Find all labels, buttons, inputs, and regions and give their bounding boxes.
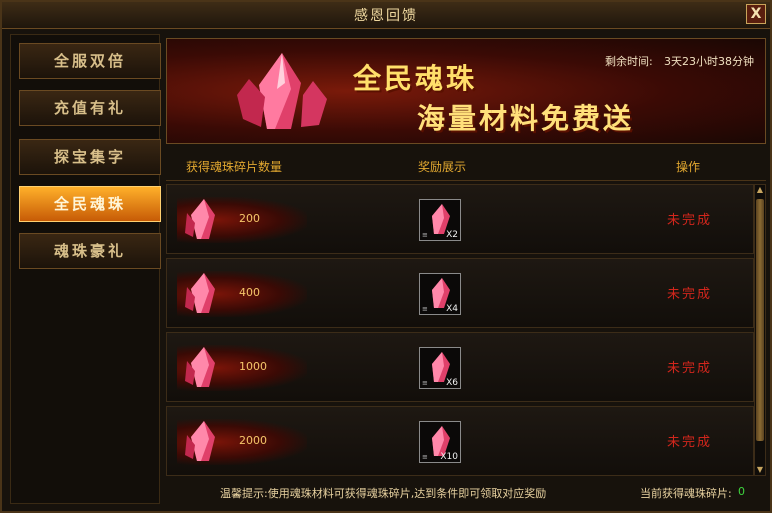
banner-subtitle: 海量材料免费送 [417,102,635,135]
soul-shard-icon [185,347,215,387]
soul-shard-icon [185,199,215,239]
timer-label: 剩余时间: [605,55,653,68]
sidebar-item-recharge-gift[interactable]: 充值有礼 [19,90,161,126]
event-banner: 全民魂珠 海量材料免费送 剩余时间: 3天23小时38分钟 [166,38,766,144]
sidebar-item-soul-orb-gift[interactable]: 魂珠豪礼 [19,233,161,269]
reward-qty: X6 [446,378,458,388]
shard-count: 2000 [239,434,267,447]
header-count: 获得魂珠碎片数量 [186,160,283,174]
table-row: 200 ≡ X2 未完成 [166,184,754,254]
scroll-thumb[interactable] [756,199,764,441]
window-title: 感恩回馈 [354,8,418,24]
footer-tip: 温馨提示:使用魂珠材料可获得魂珠碎片,达到条件即可领取对应奖励 [220,487,547,500]
sidebar: 全服双倍 充值有礼 探宝集字 全民魂珠 魂珠豪礼 [10,34,161,504]
table-row: 1000 ≡ X6 未完成 [166,332,754,402]
scrollbar[interactable]: ▲ ▼ [754,184,766,476]
status-incomplete: 未完成 [667,287,713,302]
reward-qty: X10 [440,452,458,462]
timer-value: 3天23小时38分钟 [664,55,754,68]
table-header: 获得魂珠碎片数量 奖励展示 操作 [166,152,766,181]
soul-shard-icon [185,421,215,461]
sidebar-item-label: 全民魂珠 [53,195,126,213]
reward-item[interactable]: ≡ X4 [419,273,461,315]
status-incomplete: 未完成 [667,435,713,450]
scroll-down-arrow-icon[interactable]: ▼ [755,465,765,475]
reward-list: 200 ≡ X2 未完成 400 ≡ X4 未完成 1000 ≡ X6 未完成 … [166,184,754,476]
reward-qty: X4 [446,304,458,314]
sidebar-item-label: 全服双倍 [53,52,126,70]
shard-total-value: 0 [738,485,745,498]
shard-total-label: 当前获得魂珠碎片: [640,487,732,500]
sidebar-item-treasure-hunt[interactable]: 探宝集字 [19,139,161,175]
reward-item[interactable]: ≡ X2 [419,199,461,241]
sidebar-item-label: 魂珠豪礼 [53,242,126,260]
sidebar-item-label: 充值有礼 [53,99,126,117]
shard-count: 400 [239,286,260,299]
status-incomplete: 未完成 [667,361,713,376]
scroll-up-arrow-icon[interactable]: ▲ [755,185,765,195]
soul-crystal-icon [237,53,327,129]
status-incomplete: 未完成 [667,213,713,228]
header-action: 操作 [676,160,701,174]
bound-mark: ≡ [422,379,428,387]
reward-item[interactable]: ≡ X6 [419,347,461,389]
table-row: 400 ≡ X4 未完成 [166,258,754,328]
reward-qty: X2 [446,230,458,240]
sidebar-item-double-exp[interactable]: 全服双倍 [19,43,161,79]
banner-title: 全民魂珠 [353,62,478,95]
event-window: 感恩回馈 X 全服双倍 充值有礼 探宝集字 全民魂珠 魂珠豪礼 全民魂珠 海量材… [0,0,772,513]
reward-item[interactable]: ≡ X10 [419,421,461,463]
header-reward: 奖励展示 [418,160,467,174]
shard-count: 1000 [239,360,267,373]
sidebar-item-soul-orb[interactable]: 全民魂珠 [19,186,161,222]
soul-shard-icon [185,273,215,313]
table-row: 2000 ≡ X10 未完成 [166,406,754,476]
title-bar[interactable]: 感恩回馈 X [2,2,770,29]
bound-mark: ≡ [422,305,428,313]
bound-mark: ≡ [422,231,428,239]
shard-count: 200 [239,212,260,225]
close-button[interactable]: X [746,4,766,24]
sidebar-item-label: 探宝集字 [53,148,126,166]
bound-mark: ≡ [422,453,428,461]
